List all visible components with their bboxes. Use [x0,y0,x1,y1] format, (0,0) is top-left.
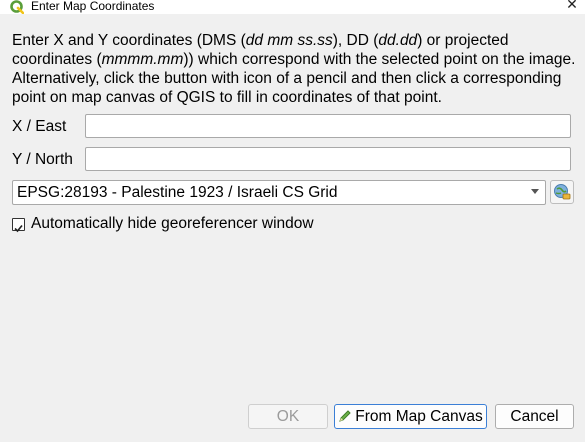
y-north-label: Y / North [12,151,73,168]
dms-format: dd mm ss.ss [245,32,333,49]
x-east-input[interactable] [85,114,571,138]
dd-format: dd.dd [378,32,418,49]
crs-selected-value: EPSG:28193 - Palestine 1923 / Israeli CS… [17,184,338,201]
ok-button[interactable]: OK [248,404,328,429]
title-bar: Enter Map Coordinates ✕ [0,0,585,14]
pencil-icon [339,410,351,422]
x-east-label: X / East [12,118,67,135]
ok-button-label: OK [276,408,300,425]
from-map-canvas-label: From Map Canvas [355,408,483,425]
auto-hide-checkbox[interactable] [12,218,25,233]
projected-format: mmmm.mm [101,51,184,68]
cancel-button-label: Cancel [510,408,559,425]
instructions-part: ), DD ( [332,32,379,49]
close-icon: ✕ [566,0,578,13]
from-map-canvas-button[interactable]: From Map Canvas [334,404,487,429]
window-title: Enter Map Coordinates [31,0,155,13]
instructions-part: Enter X and Y coordinates (DMS ( [12,32,246,49]
auto-hide-label: Automatically hide georeferencer window [31,215,314,232]
cancel-button[interactable]: Cancel [495,404,574,429]
checkmark-icon [14,224,23,233]
close-button[interactable]: ✕ [559,0,585,14]
instructions-text: Enter X and Y coordinates (DMS (dd mm ss… [12,31,576,107]
globe-projection-icon [554,184,571,200]
crs-dropdown[interactable]: EPSG:28193 - Palestine 1923 / Israeli CS… [12,180,546,205]
chevron-down-icon [531,189,539,194]
qgis-logo-icon [10,0,24,14]
y-north-input[interactable] [85,147,571,171]
crs-selector-button[interactable] [550,180,574,204]
